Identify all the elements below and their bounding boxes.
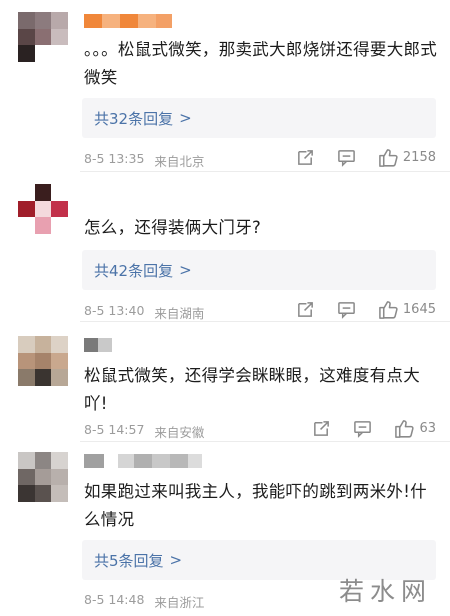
avatar[interactable] — [18, 336, 68, 386]
comment-icon — [338, 150, 355, 167]
comment-icon — [338, 302, 355, 319]
view-replies-button[interactable]: 共32条回复 > — [82, 98, 436, 138]
comment-date: 8-5 13:35 — [84, 151, 145, 166]
like-button[interactable]: 2158 — [378, 147, 436, 168]
comment-button[interactable] — [353, 419, 372, 438]
comment-button[interactable] — [337, 148, 356, 167]
thumbs-up-icon — [395, 420, 415, 438]
like-count: 1645 — [402, 302, 436, 317]
comment-meta: 8-5 14:48 来自浙江 — [84, 592, 204, 611]
share-button[interactable] — [296, 148, 315, 167]
comment-location: 来自北京 — [154, 154, 205, 169]
like-button[interactable]: 1645 — [378, 299, 436, 320]
share-icon — [314, 421, 330, 436]
comment-location: 来自浙江 — [154, 595, 205, 610]
comment-meta: 8-5 13:40 来自湖南 — [84, 303, 204, 322]
username-blurred[interactable] — [84, 14, 172, 28]
like-count: 2158 — [402, 150, 436, 165]
watermark: 若水网 — [338, 577, 432, 606]
comment-item: 。。。松鼠式微笑，那卖武大郎烧饼还得要大郎式微笑 共32条回复 > 8-5 13… — [0, 0, 450, 172]
comment-date: 8-5 14:57 — [84, 422, 145, 437]
comment-text: 松鼠式微笑，还得学会眯眯眼，这难度有点大吖! — [84, 366, 420, 413]
comment-meta: 8-5 14:57 来自安徽 — [84, 422, 204, 441]
comment-item: 怎么，还得装俩大门牙? 共42条回复 > 8-5 13:40 来自湖南 1645 — [0, 172, 450, 322]
share-icon — [297, 150, 313, 165]
avatar[interactable] — [18, 184, 68, 234]
comment-text: 。。。松鼠式微笑，那卖武大郎烧饼还得要大郎式微笑 — [84, 40, 438, 87]
comment-actions: 1645 — [296, 299, 436, 320]
thumbs-up-icon — [379, 301, 398, 319]
comment-text: 怎么，还得装俩大门牙? — [84, 218, 262, 237]
username-blurred[interactable] — [84, 454, 202, 468]
avatar[interactable] — [18, 12, 68, 62]
replies-label: 共42条回复 — [94, 261, 174, 280]
comment-text: 如果跑过来叫我主人，我能吓的跳到两米外!什么情况 — [84, 482, 427, 529]
like-count: 63 — [419, 421, 436, 436]
comment-item: 松鼠式微笑，还得学会眯眯眼，这难度有点大吖! 8-5 14:57 来自安徽 63 — [0, 322, 450, 442]
chevron-right-icon: > — [179, 261, 192, 279]
comment-meta: 8-5 13:35 来自北京 — [84, 151, 204, 170]
avatar[interactable] — [18, 452, 68, 502]
replies-label: 共5条回复 — [94, 551, 164, 570]
comment-icon — [354, 421, 372, 438]
comment-date: 8-5 14:48 — [84, 592, 145, 607]
share-button[interactable] — [312, 419, 331, 438]
share-button[interactable] — [296, 300, 315, 319]
replies-label: 共32条回复 — [94, 109, 174, 128]
share-icon — [297, 302, 313, 317]
thumbs-up-icon — [379, 149, 398, 167]
username-blurred[interactable] — [84, 338, 112, 352]
view-replies-button[interactable]: 共42条回复 > — [82, 250, 436, 290]
like-button[interactable]: 63 — [394, 418, 436, 439]
comment-actions: 2158 — [296, 147, 436, 168]
comment-button[interactable] — [337, 300, 356, 319]
comment-date: 8-5 13:40 — [84, 303, 145, 318]
comment-actions: 63 — [312, 418, 436, 439]
chevron-right-icon: > — [169, 551, 183, 569]
chevron-right-icon: > — [179, 109, 192, 127]
comment-location: 来自湖南 — [154, 306, 205, 321]
comment-location: 来自安徽 — [154, 425, 205, 440]
